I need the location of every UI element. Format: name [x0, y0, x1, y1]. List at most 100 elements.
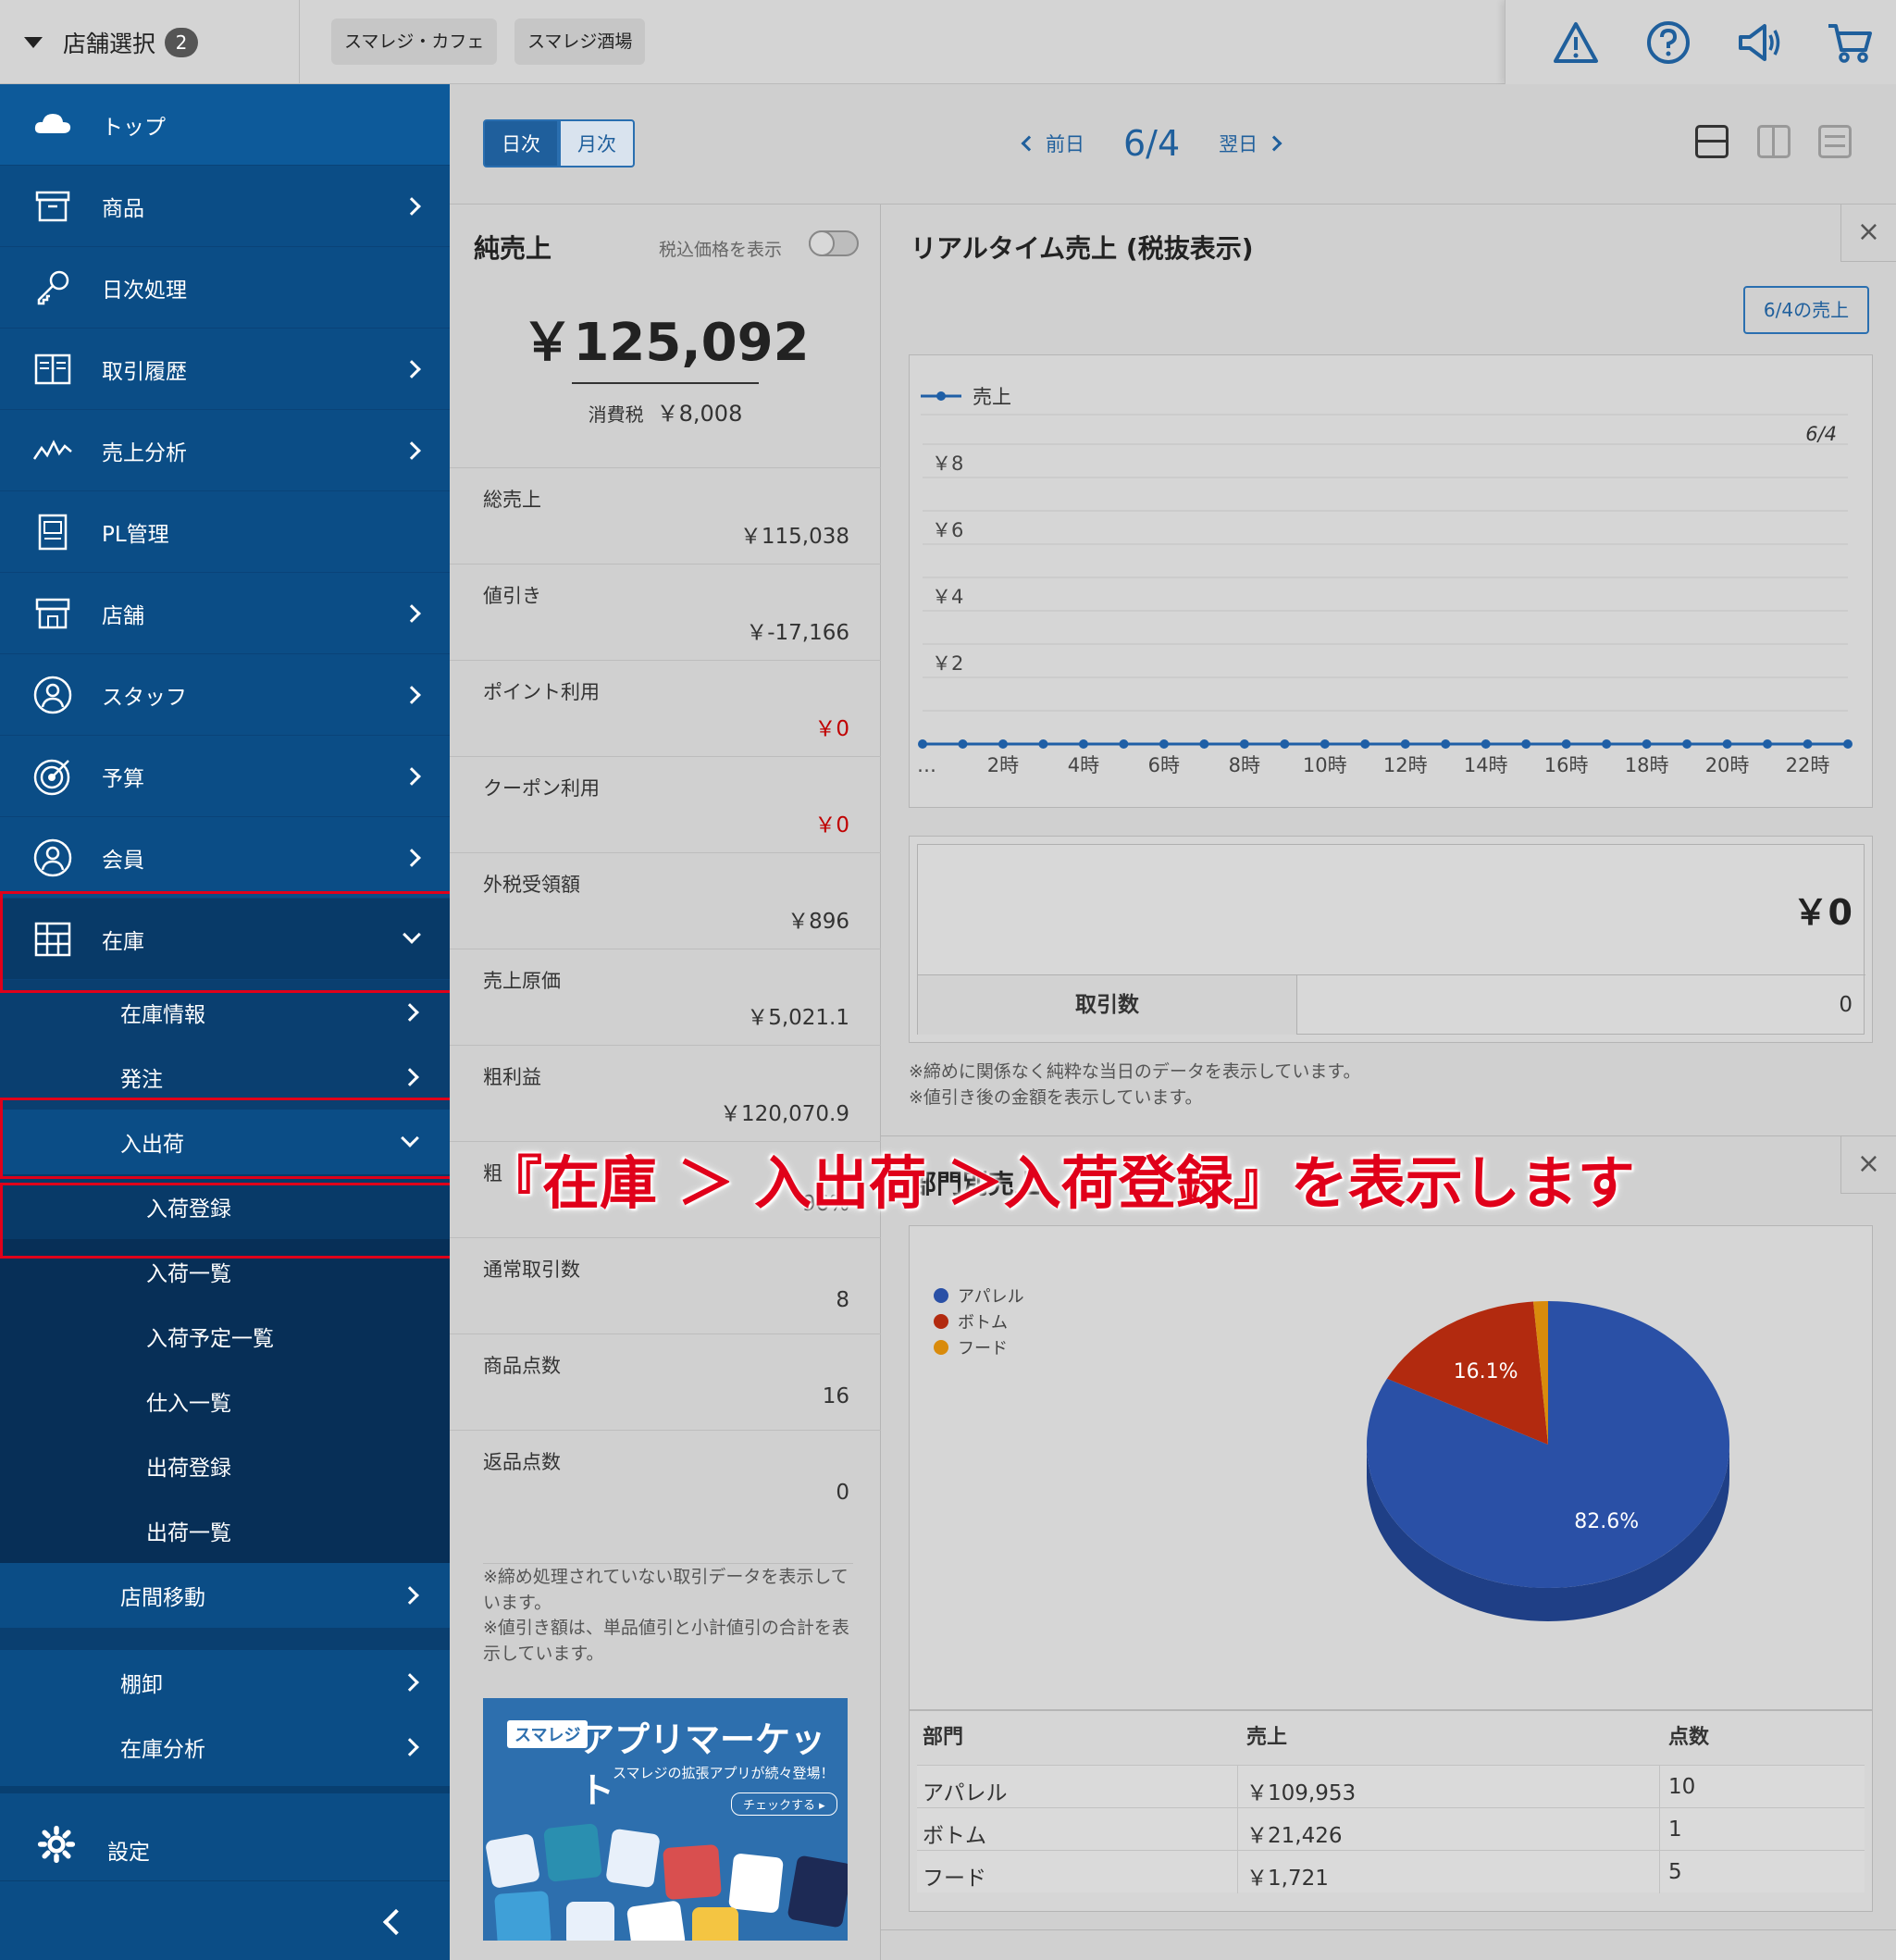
highlight-box-receiving-register [0, 1183, 455, 1259]
tax-label: 消費税 [588, 403, 644, 426]
sidebar-item-pl[interactable]: PL管理 [0, 491, 450, 573]
realtime-note-1: ※締めに関係なく純粋な当日のデータを表示しています。 [909, 1061, 1361, 1082]
chevron-right-icon [401, 1003, 419, 1022]
consumption-tax-row: 消費税 ￥8,008 [450, 395, 881, 428]
submenu-item-label: 入荷予定一覧 [146, 1327, 274, 1351]
layout-split-icon[interactable] [1757, 125, 1791, 158]
submenu-item-transfer[interactable]: 店間移動 [0, 1563, 450, 1628]
prev-day-button[interactable]: 前日 [1021, 130, 1084, 157]
series-point [1602, 739, 1612, 749]
close-button[interactable]: × [1840, 205, 1896, 262]
legend-marker [936, 391, 946, 401]
store-select-label: 店舗選択 [63, 30, 156, 57]
x-tick-label: … [917, 754, 936, 776]
daily-toggle-button[interactable]: 日次 [483, 119, 559, 167]
sidebar-item-top[interactable]: トップ [0, 84, 450, 166]
summary-row-value: 0 [836, 1481, 849, 1505]
app-market-banner[interactable]: スマレジ アプリマーケット スマレジの拡張アプリが続々登場！ チェックする ▸ [483, 1698, 848, 1941]
monthly-toggle-button[interactable]: 月次 [559, 119, 635, 167]
app-icons-illustration [486, 1823, 848, 1941]
series-point [1078, 739, 1088, 749]
series-point [1441, 739, 1451, 749]
member-icon [33, 838, 72, 876]
chevron-right-icon [403, 685, 421, 704]
series-point [958, 739, 968, 749]
warning-icon[interactable] [1552, 19, 1600, 67]
sidebar-item-members[interactable]: 会員 [0, 817, 450, 899]
store-icon [35, 598, 70, 628]
layout-single-icon[interactable] [1695, 125, 1729, 158]
transaction-count-row: 取引数 0 [918, 974, 1865, 1036]
highlight-box-inventory [0, 891, 455, 993]
sidebar-item-budget[interactable]: 予算 [0, 736, 450, 817]
x-tick-label: 12時 [1383, 754, 1428, 776]
sidebar-item-history[interactable]: 取引履歴 [0, 329, 450, 410]
tax-toggle-switch[interactable] [809, 230, 859, 256]
realtime-total-amount: ￥0 [1792, 892, 1853, 933]
series-point [1561, 739, 1571, 749]
table-row: フード ￥1,721 5 [917, 1850, 1865, 1893]
series-point [1521, 739, 1531, 749]
sidebar-item-sales-analysis[interactable]: 売上分析 [0, 410, 450, 491]
day-sales-button[interactable]: 6/4の売上 [1743, 286, 1869, 334]
pie-data-label: 16.1% [1454, 1360, 1518, 1383]
series-point [1320, 739, 1330, 749]
store-select-dropdown[interactable]: 店舗選択 2 [0, 0, 300, 84]
submenu-item-stocktake[interactable]: 棚卸 [0, 1650, 450, 1715]
next-panel-edge [881, 1929, 1896, 1960]
sidebar-item-label: 日次処理 [102, 278, 187, 303]
series-point [1239, 739, 1249, 749]
submenu-item-purchase-list[interactable]: 仕入一覧 [0, 1369, 450, 1433]
prev-day-label: 前日 [1046, 133, 1084, 155]
announcement-icon[interactable] [1735, 19, 1783, 67]
close-button[interactable]: × [1840, 1136, 1896, 1194]
sidebar-item-store[interactable]: 店舗 [0, 573, 450, 654]
sidebar-item-label: 店舗 [102, 603, 144, 628]
help-icon[interactable] [1644, 19, 1692, 67]
summary-row-label: 総売上 [483, 489, 541, 511]
submenu-item-label: 在庫分析 [120, 1738, 205, 1762]
summary-row-label: 値引き [483, 585, 541, 607]
submenu-item-stock-analysis[interactable]: 在庫分析 [0, 1715, 450, 1780]
store-chip-cafe[interactable]: スマレジ・カフェ [331, 19, 498, 65]
summary-row-label: 通常取引数 [483, 1259, 580, 1281]
sidebar-item-label: トップ [102, 115, 166, 140]
sidebar-collapse-button[interactable] [0, 1880, 450, 1960]
next-day-label: 翌日 [1219, 133, 1258, 155]
store-chip-bar[interactable]: スマレジ酒場 [514, 19, 646, 65]
summary-row: 売上原価 ￥5,021.1 [450, 949, 881, 1045]
summary-row: 返品点数 0 [450, 1430, 881, 1526]
store-count-badge: 2 [165, 27, 199, 57]
transaction-count-label: 取引数 [918, 975, 1297, 1035]
column-separator [1237, 1766, 1238, 1808]
sidebar-item-products[interactable]: 商品 [0, 166, 450, 247]
submenu-item-label: 店間移動 [120, 1586, 205, 1610]
submenu-item-shipping-list[interactable]: 出荷一覧 [0, 1498, 450, 1563]
pie-chart-svg: 82.6% 16.1% [1367, 1301, 1729, 1621]
submenu-item-receiving-plan[interactable]: 入荷予定一覧 [0, 1304, 450, 1369]
sidebar-item-daily[interactable]: 日次処理 [0, 247, 450, 329]
chevron-left-icon [1021, 135, 1037, 152]
net-sales-panel: 純売上 税込価格を表示 ￥125,092 消費税 ￥8,008 総売上 ￥115,0… [450, 205, 881, 1960]
realtime-total-inner: ￥0 取引数 0 [917, 844, 1865, 1035]
current-date: 6/4 [1123, 123, 1181, 164]
series-point [1682, 739, 1692, 749]
column-separator [1659, 1808, 1660, 1851]
table-cell: ￥1,721 [1246, 1867, 1329, 1891]
submenu-item-shipping-register[interactable]: 出荷登録 [0, 1433, 450, 1498]
realtime-line-chart: ￥2 ￥4 ￥6 ￥8 … 2時 4時 6時 8時 10時 12時 14時 16時 18時 20時 22時 … [909, 354, 1873, 808]
cloud-icon [34, 113, 71, 133]
column-separator [1237, 1808, 1238, 1851]
banner-check-button[interactable]: チェックする ▸ [731, 1793, 837, 1816]
summary-row-value: ￥-17,166 [746, 621, 849, 645]
layout-settings-icon[interactable] [1818, 125, 1852, 158]
caret-down-icon [24, 36, 43, 48]
next-day-button[interactable]: 翌日 [1219, 130, 1283, 157]
cart-icon[interactable] [1826, 19, 1874, 67]
sidebar-item-staff[interactable]: スタッフ [0, 654, 450, 736]
series-point [1803, 739, 1813, 749]
realtime-sales-panel: リアルタイム売上 (税抜表示) × 6/4の売上 ￥2 ￥4 ￥6 ￥8 … 2時 4時 6… [881, 205, 1896, 1135]
summary-row-value: 8 [836, 1288, 849, 1312]
series-point [1843, 739, 1853, 749]
x-tick-label: 4時 [1068, 754, 1099, 776]
